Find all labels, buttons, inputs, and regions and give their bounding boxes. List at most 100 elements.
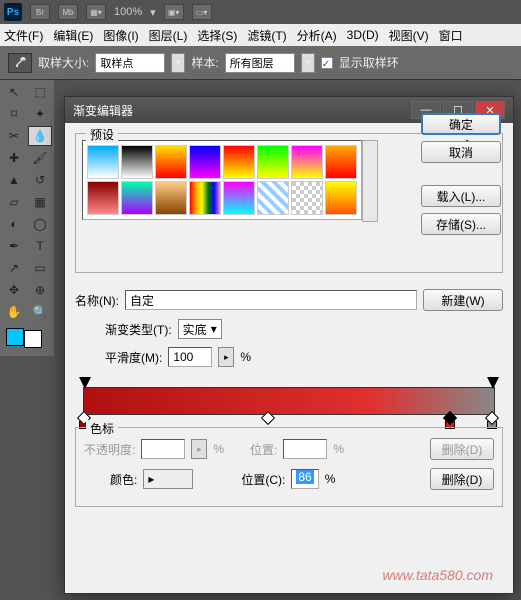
type-tool-icon[interactable]: T: [28, 236, 52, 256]
show-ring-checkbox[interactable]: [321, 57, 333, 69]
mb-icon[interactable]: Mb: [58, 4, 78, 20]
dialog-title: 渐变编辑器: [73, 102, 133, 119]
preset-scrollbar[interactable]: [362, 140, 378, 222]
preset-swatch[interactable]: [291, 145, 323, 179]
menu-layer[interactable]: 图层(L): [149, 27, 188, 44]
save-button[interactable]: 存储(S)...: [421, 213, 501, 235]
preset-swatch[interactable]: [155, 145, 187, 179]
options-bar: 取样大小: 取样点 ▾ 样本: 所有图层 ▾ 显示取样环: [0, 46, 521, 80]
presets-legend: 预设: [86, 126, 118, 143]
preset-grid[interactable]: [82, 140, 362, 220]
type-select[interactable]: 实底 ▾: [178, 319, 222, 339]
app-header: Ps Br Mb ▦▾ 100% ▾ ▣▾ ▭▾: [0, 0, 521, 24]
cancel-button[interactable]: 取消: [421, 141, 501, 163]
gradient-bar[interactable]: [83, 387, 495, 415]
sample-size-select[interactable]: 取样点: [95, 53, 165, 73]
color-midpoint[interactable]: [263, 413, 275, 425]
history-brush-icon[interactable]: ↺: [28, 170, 52, 190]
preset-swatch[interactable]: [189, 145, 221, 179]
menu-view[interactable]: 视图(V): [389, 27, 429, 44]
type-label: 渐变类型(T):: [105, 321, 172, 338]
load-button[interactable]: 载入(L)...: [421, 185, 501, 207]
new-button[interactable]: 新建(W): [423, 289, 503, 311]
preset-swatch[interactable]: [325, 145, 357, 179]
delete-opacity-button: 删除(D): [430, 438, 494, 460]
3d-tool-icon[interactable]: ✥: [2, 280, 26, 300]
delete-color-button[interactable]: 删除(D): [430, 468, 494, 490]
name-input[interactable]: [125, 290, 417, 310]
menu-select[interactable]: 选择(S): [197, 27, 237, 44]
preset-swatch[interactable]: [325, 181, 357, 215]
color-label: 颜色:: [110, 471, 137, 488]
zoom-tool-icon[interactable]: 🔍: [28, 302, 52, 322]
eyedropper-tool-icon[interactable]: [8, 53, 32, 73]
preset-swatch[interactable]: [257, 145, 289, 179]
chevron-down-icon: ▸: [148, 472, 154, 486]
sample-select[interactable]: 所有图层: [225, 53, 295, 73]
pen-tool-icon[interactable]: ✒: [2, 236, 26, 256]
preset-swatch[interactable]: [223, 145, 255, 179]
crop-tool-icon[interactable]: ✂: [2, 126, 26, 146]
brush-tool-icon[interactable]: 🖌: [28, 148, 52, 168]
hand-tool-icon[interactable]: ✋: [2, 302, 26, 322]
preset-swatch[interactable]: [121, 181, 153, 215]
pos-input: [283, 439, 327, 459]
smooth-input[interactable]: [168, 347, 212, 367]
show-ring-label: 显示取样环: [339, 54, 399, 71]
foreground-color[interactable]: [6, 328, 24, 346]
eyedropper-tool-icon[interactable]: 💧: [28, 126, 52, 146]
eraser-tool-icon[interactable]: ▱: [2, 192, 26, 212]
lasso-tool-icon[interactable]: ⌑: [2, 104, 26, 124]
preset-swatch[interactable]: [155, 181, 187, 215]
marquee-tool-icon[interactable]: ⬚: [28, 82, 52, 102]
smooth-flyout-icon[interactable]: ▸: [218, 347, 234, 367]
preset-swatch[interactable]: [189, 181, 221, 215]
opacity-input: [141, 439, 185, 459]
opacity-label: 不透明度:: [84, 441, 135, 458]
preset-swatch[interactable]: [87, 145, 119, 179]
stops-group: 色标 不透明度: ▸ % 位置: % 删除(D) 颜色: ▸ 位置(C): 86…: [75, 427, 503, 507]
menu-file[interactable]: 文件(F): [4, 27, 43, 44]
menu-image[interactable]: 图像(I): [103, 27, 138, 44]
color-stop-right[interactable]: [487, 413, 499, 425]
zoom-level[interactable]: 100%: [114, 6, 142, 18]
bridge-icon[interactable]: Br: [30, 4, 50, 20]
menu-analyze[interactable]: 分析(A): [297, 27, 337, 44]
path-tool-icon[interactable]: ↗: [2, 258, 26, 278]
pos2-input[interactable]: 86: [291, 469, 318, 489]
shape-tool-icon[interactable]: ▭: [28, 258, 52, 278]
menu-window[interactable]: 窗口: [439, 27, 463, 44]
blur-tool-icon[interactable]: ◐: [2, 214, 26, 234]
color-select[interactable]: ▸: [143, 469, 193, 489]
menu-filter[interactable]: 滤镜(T): [247, 27, 286, 44]
ok-button[interactable]: 确定: [421, 113, 501, 135]
color-stop-sel[interactable]: [445, 413, 457, 425]
preset-swatch[interactable]: [87, 181, 119, 215]
menu-edit[interactable]: 编辑(E): [53, 27, 93, 44]
gradient-bar-wrap: [75, 387, 503, 415]
preset-swatch[interactable]: [121, 145, 153, 179]
sample-size-arrow-icon[interactable]: ▾: [171, 53, 185, 73]
heal-tool-icon[interactable]: ✚: [2, 148, 26, 168]
gradient-tool-icon[interactable]: ▦: [28, 192, 52, 212]
wand-tool-icon[interactable]: ✦: [28, 104, 52, 124]
preset-swatch[interactable]: [223, 181, 255, 215]
stamp-tool-icon[interactable]: ▲: [2, 170, 26, 190]
docs-icon[interactable]: ▦▾: [86, 4, 106, 20]
zoom-dropdown-icon[interactable]: ▾: [150, 6, 156, 19]
photoshop-icon: Ps: [4, 3, 22, 21]
arrange-icon[interactable]: ▣▾: [164, 4, 184, 20]
menu-3d[interactable]: 3D(D): [347, 28, 379, 42]
background-color[interactable]: [24, 330, 42, 348]
screen-mode-icon[interactable]: ▭▾: [192, 4, 212, 20]
sample-arrow-icon[interactable]: ▾: [301, 53, 315, 73]
pos-label: 位置:: [250, 441, 277, 458]
preset-swatch[interactable]: [291, 181, 323, 215]
dodge-tool-icon[interactable]: ◯: [28, 214, 52, 234]
move-tool-icon[interactable]: ↖: [2, 82, 26, 102]
preset-swatch[interactable]: [257, 181, 289, 215]
pos2-label: 位置(C):: [241, 471, 285, 488]
3d-cam-icon[interactable]: ⊕: [28, 280, 52, 300]
name-label: 名称(N):: [75, 292, 119, 309]
color-swatches[interactable]: [2, 324, 52, 354]
